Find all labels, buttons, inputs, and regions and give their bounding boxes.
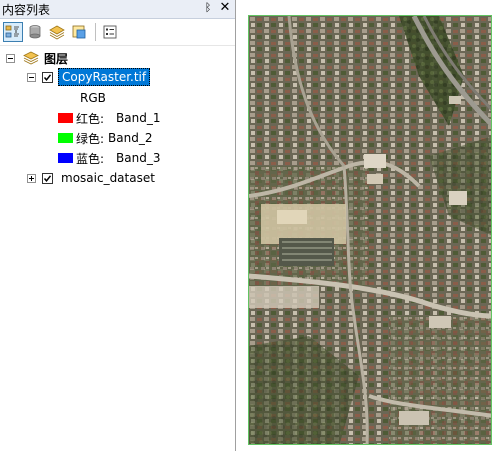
band-name: Band_1 (116, 111, 161, 125)
list-by-drawing-order-icon (5, 25, 19, 38)
layer-visibility-checkbox[interactable] (42, 71, 53, 83)
layer-name-label[interactable]: CopyRaster.tif (58, 68, 151, 86)
legend-band-row: 蓝色: Band_3 (58, 149, 161, 167)
layer-row[interactable]: CopyRaster.tif (27, 68, 151, 86)
checkmark-icon (43, 73, 52, 81)
band-swatch (58, 133, 73, 143)
band-color-label: 绿色: (76, 131, 105, 146)
list-by-selection-button[interactable] (69, 22, 89, 42)
band-color-label: 红色: (76, 111, 105, 126)
checkmark-icon (43, 174, 52, 182)
options-icon (103, 25, 117, 39)
tree-root-label: 图层 (44, 51, 69, 66)
layers-icon (23, 51, 39, 65)
band-name: Band_2 (108, 131, 153, 145)
band-swatch (58, 153, 73, 163)
list-by-source-icon (29, 25, 41, 39)
legend-band-row: 红色: Band_1 (58, 109, 161, 127)
band-color-label: 蓝色: (76, 151, 105, 166)
band-swatch (58, 113, 73, 123)
list-by-source-button[interactable] (25, 22, 45, 42)
table-of-contents-panel: 内容列表 ᛒ ✕ 图层 CopyRaster.tif RGB 红色: Band_… (0, 0, 236, 451)
close-icon[interactable]: ✕ (219, 0, 231, 15)
list-by-visibility-button[interactable] (47, 22, 67, 42)
legend-heading: RGB (80, 91, 106, 105)
collapse-icon[interactable] (6, 53, 15, 63)
pin-icon[interactable]: ᛒ (202, 1, 214, 14)
options-button[interactable] (100, 22, 120, 42)
legend-heading-row: RGB (80, 89, 106, 107)
layer-visibility-checkbox[interactable] (42, 172, 53, 184)
map-view[interactable] (248, 15, 492, 445)
list-by-drawing-order-button[interactable] (3, 22, 23, 42)
panel-title: 内容列表 (2, 2, 51, 17)
tree-root-row[interactable]: 图层 (6, 49, 68, 67)
panel-titlebar: 内容列表 ᛒ ✕ (0, 0, 235, 19)
toolbar-separator (95, 23, 96, 41)
layer-name-label[interactable]: mosaic_dataset (61, 171, 155, 185)
list-by-selection-icon (72, 25, 86, 39)
layer-row[interactable]: mosaic_dataset (27, 169, 155, 187)
expand-icon[interactable] (27, 173, 36, 183)
list-by-visibility-icon (49, 25, 65, 40)
legend-band-row: 绿色: Band_2 (58, 129, 153, 147)
aerial-imagery (249, 16, 491, 444)
toc-toolbar (0, 19, 235, 46)
band-name: Band_3 (116, 151, 161, 165)
collapse-icon[interactable] (27, 72, 36, 82)
